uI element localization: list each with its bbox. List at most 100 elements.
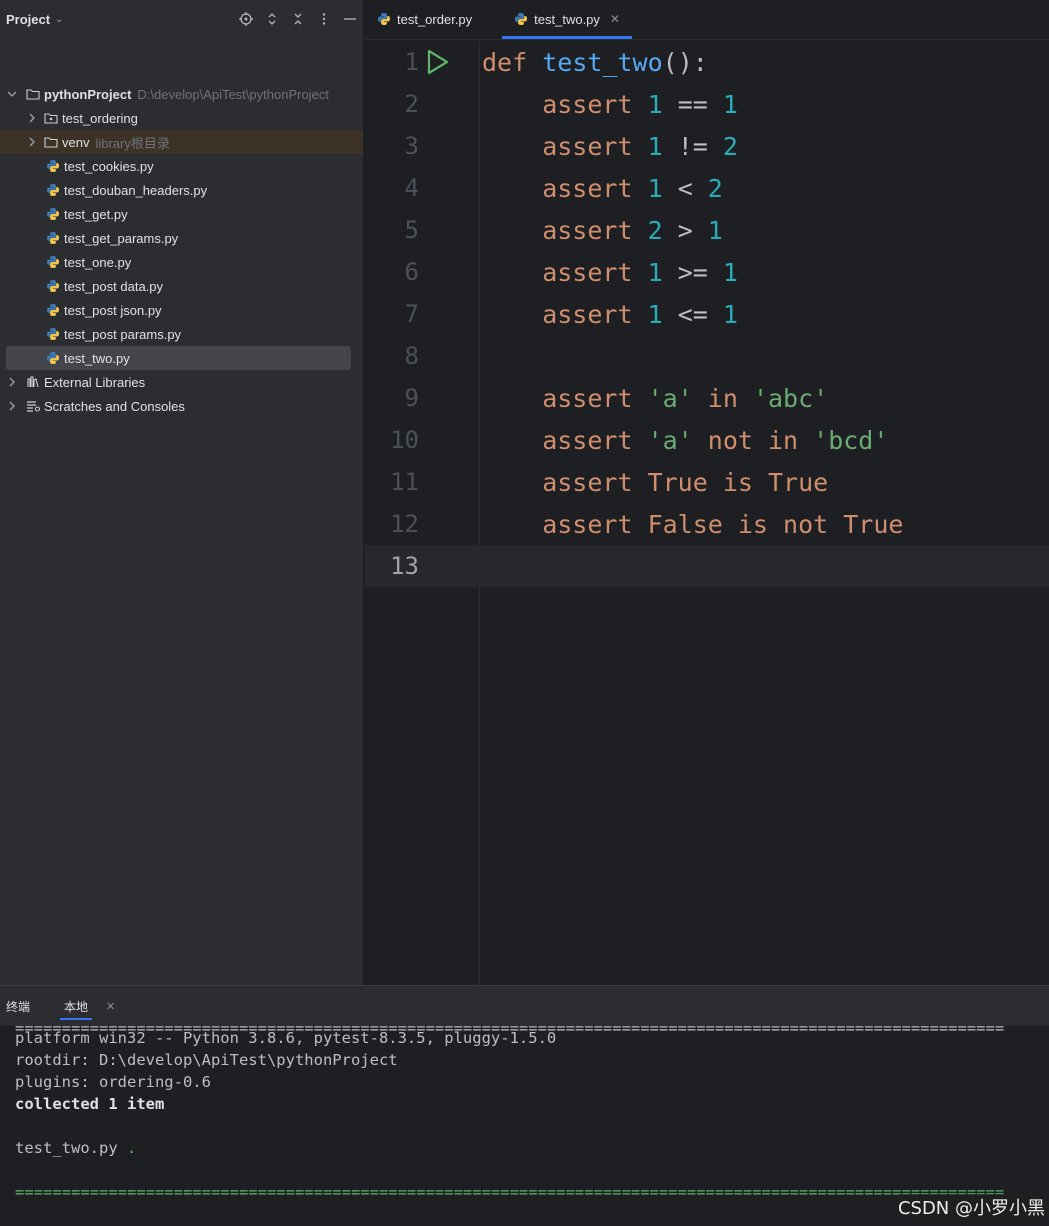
terminal-panel: 终端 本地 ✕ ================================… bbox=[0, 985, 1049, 1226]
chevron-right-icon[interactable] bbox=[26, 136, 38, 148]
tab-test-order[interactable]: test_order.py bbox=[365, 0, 484, 39]
code-line[interactable]: 4 assert 1 < 2 bbox=[365, 167, 1049, 209]
tree-item-label: venv bbox=[62, 134, 90, 150]
close-icon[interactable]: ✕ bbox=[610, 12, 620, 26]
tree-item-file[interactable]: test_post params.py bbox=[6, 322, 351, 346]
code-line[interactable]: 2 assert 1 == 1 bbox=[365, 83, 1049, 125]
code-text: assert 1 != 2 bbox=[482, 131, 738, 161]
tree-item-file[interactable]: test_get_params.py bbox=[6, 226, 351, 250]
python-file-icon bbox=[46, 327, 60, 341]
tree-item-file[interactable]: test_cookies.py bbox=[6, 154, 351, 178]
tree-item-label: test_post data.py bbox=[64, 278, 164, 294]
tab-label: test_two.py bbox=[534, 11, 600, 27]
tab-label: test_order.py bbox=[397, 11, 473, 27]
tree-item-label: Scratches and Consoles bbox=[44, 398, 185, 414]
close-icon[interactable]: ✕ bbox=[106, 1000, 115, 1013]
code-text: assert 'a' in 'abc' bbox=[482, 383, 829, 413]
tree-item-file[interactable]: test_one.py bbox=[6, 250, 351, 274]
locate-icon[interactable] bbox=[239, 12, 253, 26]
code-text: assert 'a' not in 'bcd' bbox=[482, 425, 889, 455]
terminal-line: plugins: ordering-0.6 bbox=[15, 1073, 211, 1091]
tree-item-file[interactable]: test_post json.py bbox=[6, 298, 351, 322]
tree-item-test-ordering[interactable]: test_ordering bbox=[6, 106, 351, 130]
editor-tab-bar: test_order.py test_two.py ✕ bbox=[365, 0, 1049, 40]
code-line[interactable]: 11 assert True is True bbox=[365, 461, 1049, 503]
terminal-output[interactable]: ========================================… bbox=[0, 1026, 1049, 1226]
line-number: 10 bbox=[390, 426, 419, 454]
tree-item-file-selected[interactable]: test_two.py bbox=[6, 346, 351, 370]
watermark: CSDN @小罗小黑 bbox=[897, 1194, 1045, 1220]
expand-collapse-icon[interactable] bbox=[265, 12, 279, 26]
code-text: assert 1 >= 1 bbox=[482, 257, 738, 287]
tree-item-external-libraries[interactable]: External Libraries bbox=[6, 370, 351, 394]
tree-item-label: test_two.py bbox=[64, 350, 130, 366]
scratches-icon bbox=[26, 399, 40, 413]
code-line[interactable]: 10 assert 'a' not in 'bcd' bbox=[365, 419, 1049, 461]
python-file-icon bbox=[46, 351, 60, 365]
code-editor[interactable]: 1 def test_two(): 2 assert 1 == 13 assert … bbox=[365, 41, 1049, 985]
terminal-title[interactable]: 终端 bbox=[6, 998, 30, 1015]
code-line[interactable]: 6 assert 1 >= 1 bbox=[365, 251, 1049, 293]
code-text: def test_two(): bbox=[482, 47, 708, 77]
code-line[interactable]: 5 assert 2 > 1 bbox=[365, 209, 1049, 251]
line-number: 2 bbox=[404, 90, 419, 118]
tree-item-label: test_one.py bbox=[64, 254, 132, 270]
tree-root-pythonProject[interactable]: pythonProject D:\develop\ApiTest\pythonP… bbox=[6, 82, 351, 106]
more-options-icon[interactable] bbox=[317, 12, 331, 26]
python-file-icon bbox=[514, 12, 528, 26]
code-line[interactable]: 9 assert 'a' in 'abc' bbox=[365, 377, 1049, 419]
line-number: 12 bbox=[390, 510, 419, 538]
package-folder-icon bbox=[44, 111, 58, 125]
tree-item-label: test_cookies.py bbox=[64, 158, 154, 174]
code-line[interactable]: 13 bbox=[365, 545, 1049, 587]
line-number: 7 bbox=[404, 300, 419, 328]
chevron-down-icon[interactable] bbox=[6, 88, 18, 100]
chevron-right-icon[interactable] bbox=[6, 376, 18, 388]
line-number: 4 bbox=[404, 174, 419, 202]
run-icon[interactable] bbox=[425, 48, 451, 76]
line-number: 5 bbox=[404, 216, 419, 244]
tab-test-two[interactable]: test_two.py ✕ bbox=[502, 0, 632, 39]
minimize-icon[interactable] bbox=[343, 12, 357, 26]
code-line[interactable]: 12 assert False is not True bbox=[365, 503, 1049, 545]
root-path: D:\develop\ApiTest\pythonProject bbox=[137, 86, 329, 102]
editor-area: test_order.py test_two.py ✕ 1 def test_tw… bbox=[365, 0, 1049, 985]
chevron-down-icon[interactable]: ⌄ bbox=[55, 14, 63, 25]
tree-item-file[interactable]: test_get.py bbox=[6, 202, 351, 226]
project-header: Project ⌄ bbox=[0, 0, 363, 38]
project-actions bbox=[239, 12, 357, 26]
project-title[interactable]: Project bbox=[6, 12, 50, 27]
code-line[interactable]: 1 def test_two(): bbox=[365, 41, 1049, 83]
tree-item-label: test_ordering bbox=[62, 110, 138, 126]
terminal-line: ========================================… bbox=[15, 1183, 1005, 1201]
code-line[interactable]: 8 bbox=[365, 335, 1049, 377]
collapse-all-icon[interactable] bbox=[291, 12, 305, 26]
chevron-right-icon[interactable] bbox=[26, 112, 38, 124]
tree-item-file[interactable]: test_post data.py bbox=[6, 274, 351, 298]
tab-local[interactable]: 本地 bbox=[60, 986, 93, 1026]
tab-label: 本地 bbox=[64, 999, 89, 1014]
code-text: assert 2 > 1 bbox=[482, 215, 723, 245]
folder-icon bbox=[44, 135, 58, 149]
library-icon bbox=[26, 375, 40, 389]
code-line[interactable]: 7 assert 1 <= 1 bbox=[365, 293, 1049, 335]
terminal-line: platform win32 -- Python 3.8.6, pytest-8… bbox=[15, 1029, 557, 1047]
tree-item-label: test_get_params.py bbox=[64, 230, 179, 246]
line-number: 6 bbox=[404, 258, 419, 286]
python-file-icon bbox=[46, 255, 60, 269]
project-tool-window: Project ⌄ pythonProject D:\develop\ApiTe… bbox=[0, 0, 364, 985]
tree-item-label: External Libraries bbox=[44, 374, 146, 390]
code-text: assert 1 < 2 bbox=[482, 173, 723, 203]
tree-item-label: test_post params.py bbox=[64, 326, 182, 342]
code-text: assert True is True bbox=[482, 467, 829, 497]
chevron-right-icon[interactable] bbox=[6, 400, 18, 412]
tree-item-file[interactable]: test_douban_headers.py bbox=[6, 178, 351, 202]
line-number: 13 bbox=[390, 552, 419, 580]
tree-item-venv[interactable]: venv library根目录 bbox=[0, 130, 363, 154]
python-file-icon bbox=[46, 159, 60, 173]
line-number: 8 bbox=[404, 342, 419, 370]
code-line[interactable]: 3 assert 1 != 2 bbox=[365, 125, 1049, 167]
tree-item-scratches[interactable]: Scratches and Consoles bbox=[6, 394, 351, 418]
terminal-line: collected 1 item bbox=[15, 1095, 165, 1113]
python-file-icon bbox=[46, 207, 60, 221]
